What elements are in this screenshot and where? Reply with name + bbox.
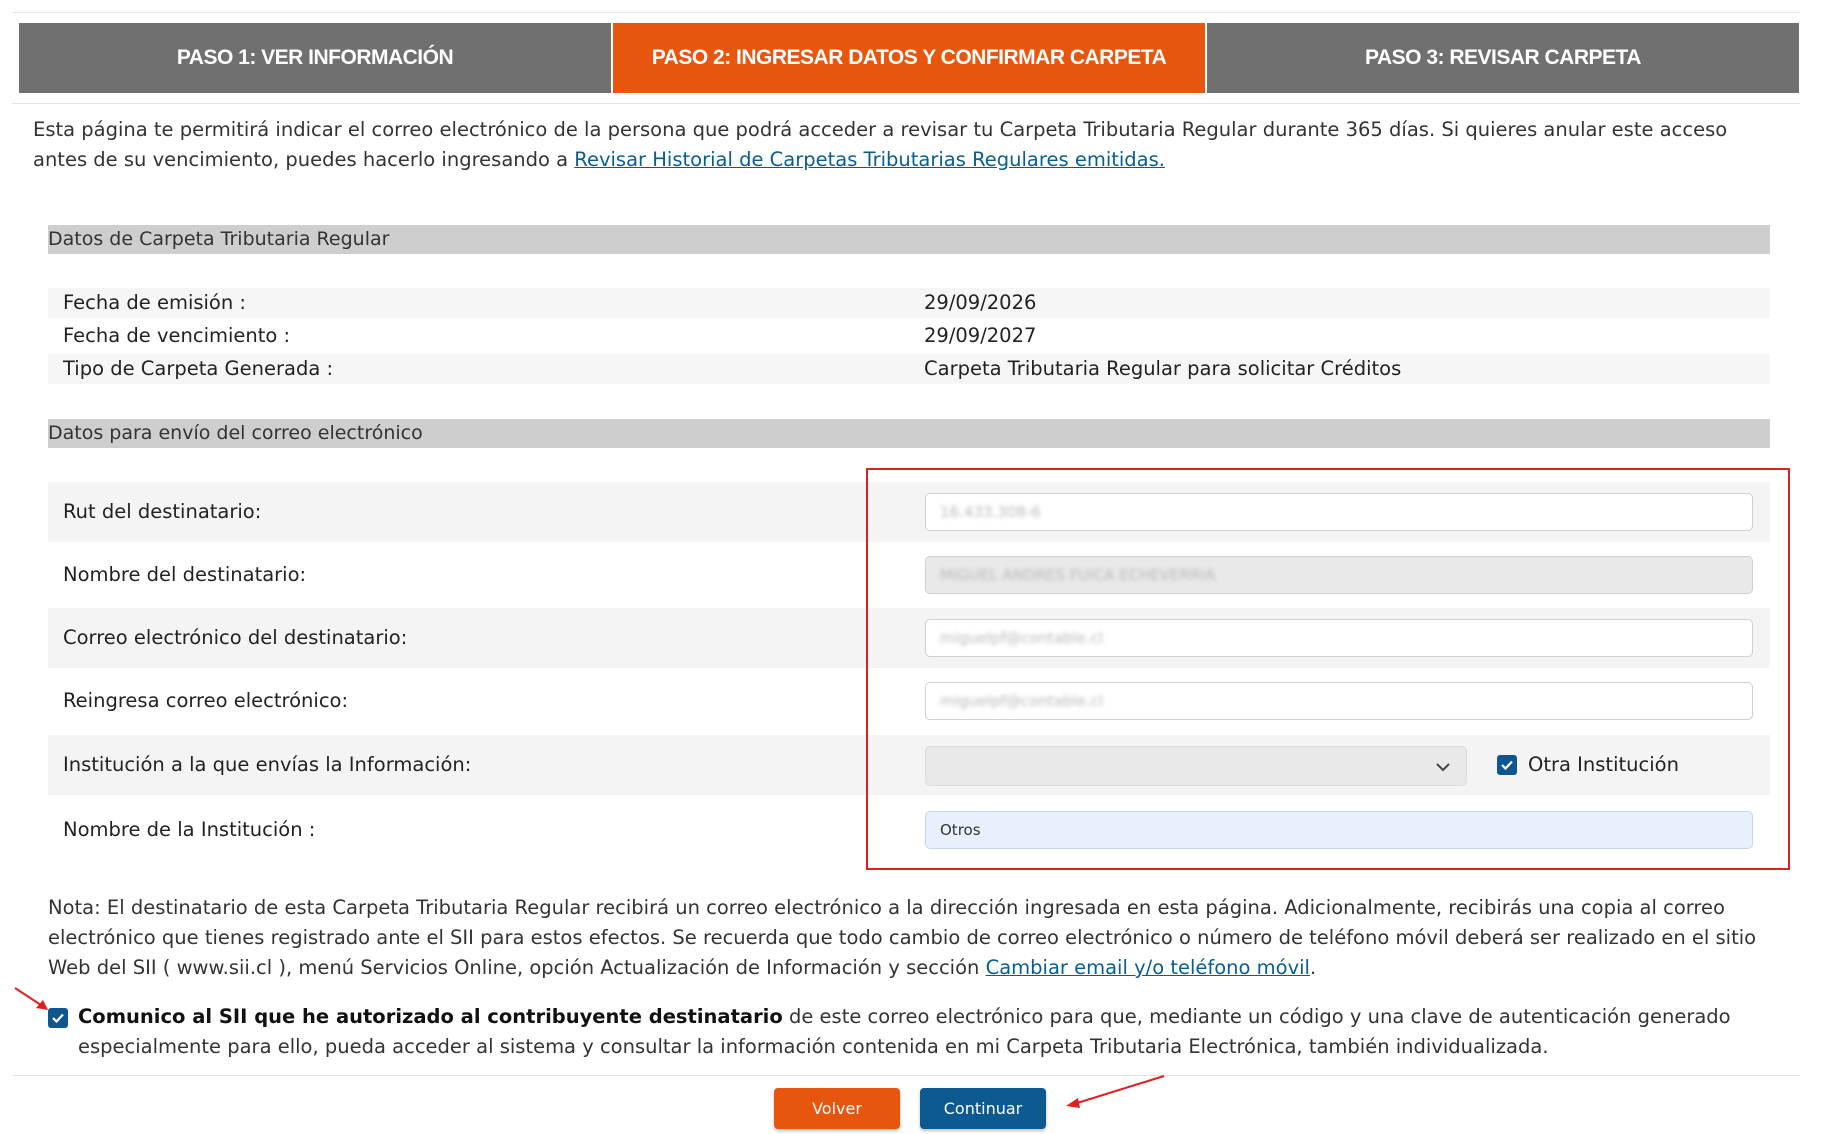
continuar-button[interactable]: Continuar [920,1088,1046,1129]
cambiar-email-link[interactable]: Cambiar email y/o teléfono móvil [986,956,1310,979]
info-row-fecha-vencimiento: Fecha de vencimiento : 29/09/2027 [48,321,1770,351]
info-row-tipo-carpeta: Tipo de Carpeta Generada : Carpeta Tribu… [48,354,1770,384]
tab-step-1[interactable]: PASO 1: VER INFORMACIÓN [19,23,611,93]
note-text: Nota: El destinatario de esta Carpeta Tr… [48,896,1757,979]
section-title: Datos de Carpeta Tributaria Regular [48,228,390,250]
historial-link[interactable]: Revisar Historial de Carpetas Tributaria… [574,148,1165,171]
row-label: Tipo de Carpeta Generada : [63,357,334,380]
correo-label: Correo electrónico del destinatario: [63,626,408,649]
tab-step-2[interactable]: PASO 2: INGRESAR DATOS Y CONFIRMAR CARPE… [611,23,1205,93]
section-header-envio: Datos para envío del correo electrónico [48,419,1770,448]
row-value: Carpeta Tributaria Regular para solicita… [924,357,1402,380]
consent-bold: Comunico al SII que he autorizado al con… [78,1005,783,1028]
row-value: 29/09/2026 [924,291,1037,314]
info-row-fecha-emision: Fecha de emisión : 29/09/2026 [48,288,1770,318]
divider [12,1075,1800,1076]
note-paragraph: Nota: El destinatario de esta Carpeta Tr… [48,893,1788,983]
volver-button[interactable]: Volver [774,1088,900,1129]
row-label: Fecha de emisión : [63,291,246,314]
section-title: Datos para envío del correo electrónico [48,422,423,444]
red-arrow-icon [1066,1075,1165,1108]
row-label: Fecha de vencimiento : [63,324,291,347]
consent-text: Comunico al SII que he autorizado al con… [78,1002,1778,1062]
note-end: . [1309,956,1317,979]
highlight-box [866,468,1790,870]
section-header-carpeta: Datos de Carpeta Tributaria Regular [48,225,1770,254]
check-icon [52,1013,64,1024]
reingresa-label: Reingresa correo electrónico: [63,689,349,712]
red-arrow-icon [14,987,48,1010]
row-value: 29/09/2027 [924,324,1037,347]
nombre-institucion-label: Nombre de la Institución : [63,818,316,841]
nombre-label: Nombre del destinatario: [63,563,307,586]
tab-step-3[interactable]: PASO 3: REVISAR CARPETA [1205,23,1799,93]
divider [12,103,1800,104]
intro-paragraph: Esta página te permitirá indicar el corr… [33,115,1773,175]
top-divider [12,12,1800,13]
institucion-label: Institución a la que envías la Informaci… [63,753,472,776]
step-tabs: PASO 1: VER INFORMACIÓN PASO 2: INGRESAR… [19,23,1799,93]
rut-label: Rut del destinatario: [63,500,262,523]
